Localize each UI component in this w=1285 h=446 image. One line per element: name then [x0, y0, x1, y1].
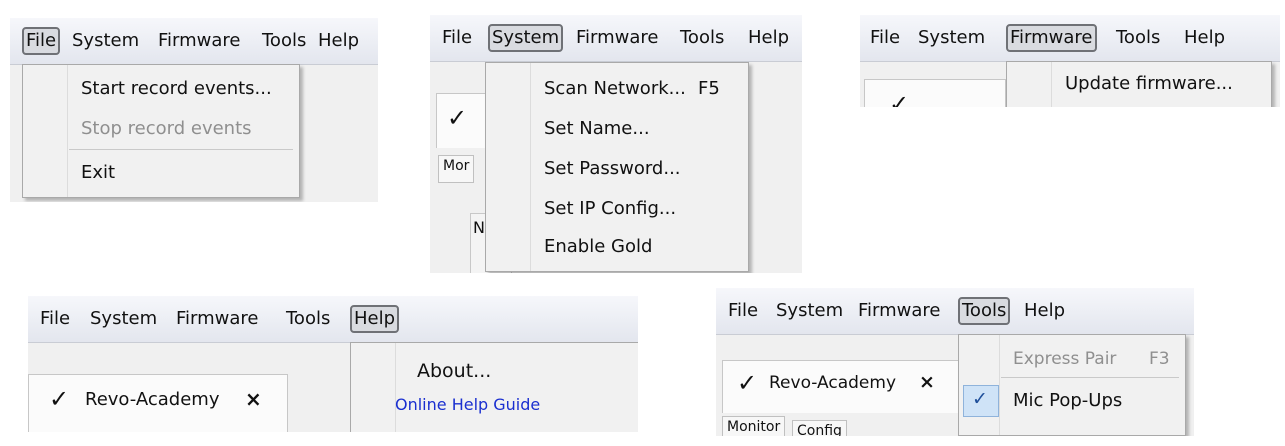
- menu-file[interactable]: File: [40, 307, 70, 331]
- menu-gutter: [999, 335, 1000, 435]
- check-icon: ✓: [889, 90, 910, 107]
- menu-gutter: [1051, 62, 1052, 107]
- menu-file[interactable]: File: [442, 26, 472, 50]
- update-firmware-item[interactable]: Update firmware...: [1065, 72, 1233, 96]
- mic-popups-item[interactable]: Mic Pop-Ups: [1013, 389, 1122, 413]
- menu-firmware[interactable]: Firmware: [858, 299, 941, 323]
- firmware-dropdown-menu: Update firmware...: [1006, 61, 1272, 107]
- menu-help[interactable]: Help: [748, 26, 789, 50]
- menu-system[interactable]: System: [488, 24, 564, 52]
- check-icon: ✓: [49, 385, 70, 413]
- tab-label: Revo-Academy: [85, 389, 220, 410]
- about-item[interactable]: About...: [417, 359, 491, 383]
- menu-firmware[interactable]: Firmware: [176, 307, 259, 331]
- menu-bar: File System Firmware Tools Help: [10, 18, 378, 65]
- background-label-fragment: N: [473, 218, 485, 237]
- exit-item[interactable]: Exit: [81, 161, 115, 185]
- scan-network-item[interactable]: Scan Network...: [544, 77, 686, 101]
- menu-firmware[interactable]: Firmware: [158, 29, 241, 53]
- menu-file[interactable]: File: [728, 299, 758, 323]
- menu-gutter: [530, 63, 531, 271]
- check-icon: ✓: [737, 369, 758, 397]
- menu-help[interactable]: Help: [318, 29, 359, 53]
- menu-separator: [1001, 377, 1179, 378]
- system-dropdown-menu: Scan Network... F5 Set Name... Set Passw…: [485, 62, 749, 272]
- menu-tools[interactable]: Tools: [680, 26, 724, 50]
- online-help-guide-link[interactable]: Online Help Guide: [395, 393, 540, 417]
- menu-help[interactable]: Help: [1184, 26, 1225, 50]
- menu-tools[interactable]: Tools: [286, 307, 330, 331]
- menu-gutter: [395, 343, 396, 432]
- revo-academy-tab[interactable]: ✓ Revo-Academy ×: [722, 360, 960, 413]
- tools-menu-panel: File System Firmware Tools Help ✓ Revo-A…: [716, 288, 1194, 436]
- menu-file[interactable]: File: [22, 27, 61, 55]
- mic-popups-check-icon: ✓: [972, 388, 988, 410]
- tools-dropdown-menu: Express Pair F3 ✓ Mic Pop-Ups: [958, 334, 1186, 436]
- menu-firmware[interactable]: Firmware: [1006, 24, 1097, 52]
- monitor-tab-partial[interactable]: Mor: [438, 155, 475, 183]
- menu-tools[interactable]: Tools: [262, 29, 306, 53]
- scan-network-shortcut: F5: [698, 78, 720, 99]
- menu-bar: File System Firmware Tools Help: [716, 288, 1194, 335]
- start-record-events-item[interactable]: Start record events...: [81, 77, 272, 101]
- menu-gutter: [67, 65, 68, 197]
- tab-close-icon[interactable]: ×: [245, 387, 262, 411]
- background-tab[interactable]: ✓: [864, 79, 1006, 107]
- express-pair-shortcut: F3: [1149, 349, 1170, 369]
- stop-record-events-item: Stop record events: [81, 118, 252, 139]
- menu-file[interactable]: File: [870, 26, 900, 50]
- menu-tools[interactable]: Tools: [958, 297, 1011, 325]
- help-menu-panel: File System Firmware Tools Help ✓ Revo-A…: [28, 296, 638, 432]
- menu-system[interactable]: System: [918, 26, 985, 50]
- set-ip-config-item[interactable]: Set IP Config...: [544, 197, 676, 221]
- menu-help[interactable]: Help: [1024, 299, 1065, 323]
- revo-academy-tab[interactable]: ✓ Revo-Academy ×: [28, 374, 288, 432]
- tab-close-icon[interactable]: ×: [919, 371, 935, 393]
- set-password-item[interactable]: Set Password...: [544, 157, 681, 181]
- menu-bar: File System Firmware Tools Help: [860, 15, 1280, 62]
- menu-system[interactable]: System: [72, 29, 139, 53]
- tab-label: Revo-Academy: [769, 373, 897, 393]
- menu-bar: File System Firmware Tools Help: [430, 15, 802, 62]
- monitor-tab[interactable]: Monitor: [722, 416, 786, 436]
- file-dropdown-menu: Start record events... Stop record event…: [22, 64, 300, 198]
- enable-gold-item[interactable]: Enable Gold: [544, 235, 652, 259]
- menu-separator: [69, 149, 293, 150]
- menu-firmware[interactable]: Firmware: [576, 26, 659, 50]
- check-icon: ✓: [447, 104, 468, 132]
- system-menu-panel: File System Firmware Tools Help ✓ Mor N …: [430, 15, 802, 273]
- menu-system[interactable]: System: [776, 299, 843, 323]
- firmware-menu-panel: File System Firmware Tools Help ✓ Update…: [860, 15, 1280, 107]
- menu-help[interactable]: Help: [350, 305, 400, 333]
- menu-tools[interactable]: Tools: [1116, 26, 1160, 50]
- set-name-item[interactable]: Set Name...: [544, 117, 650, 141]
- menu-system[interactable]: System: [90, 307, 157, 331]
- menu-bar: File System Firmware Tools Help: [28, 296, 638, 343]
- config-tab[interactable]: Config: [792, 420, 847, 436]
- file-menu-panel: File System Firmware Tools Help Start re…: [10, 18, 378, 202]
- help-dropdown-menu: About... Online Help Guide: [350, 342, 638, 432]
- express-pair-item: Express Pair: [1013, 349, 1117, 369]
